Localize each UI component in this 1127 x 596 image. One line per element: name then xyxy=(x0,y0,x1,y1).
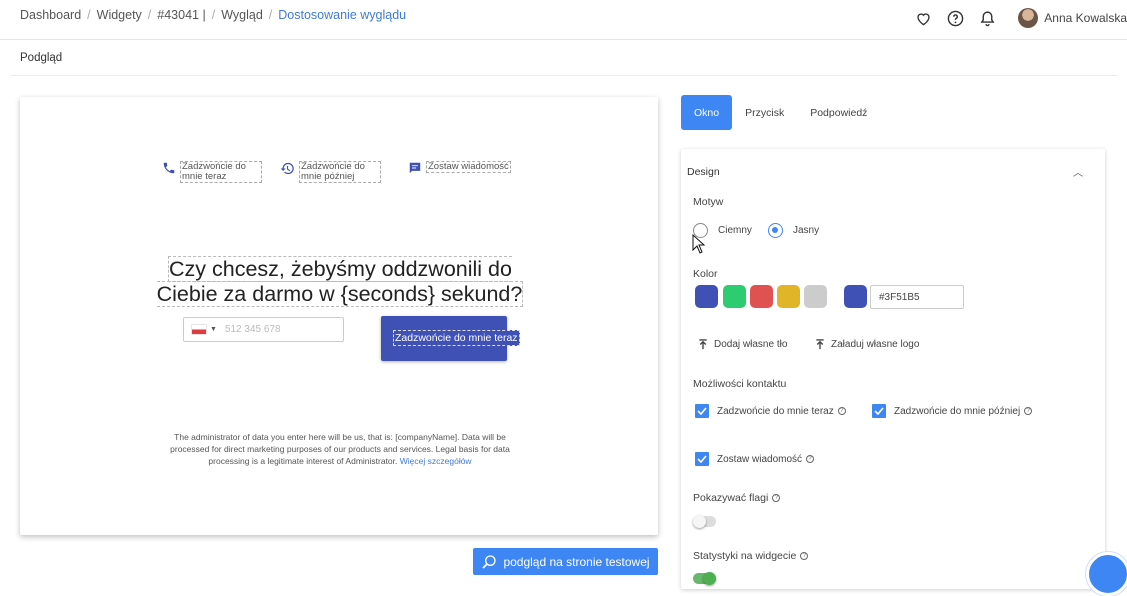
contact-message-checkbox[interactable]: Zostaw wiadomość? xyxy=(695,452,815,466)
tab-okno[interactable]: Okno xyxy=(681,95,733,130)
history-icon xyxy=(280,162,294,175)
bell-icon[interactable] xyxy=(978,9,996,27)
phone-placeholder: 512 345 678 xyxy=(224,324,281,335)
contact-options-label: Możliwości kontaktu xyxy=(693,378,787,390)
upload-logo-label: Załaduj własne logo xyxy=(831,339,920,350)
breadcrumb-widgety[interactable]: Widgety xyxy=(97,8,142,22)
checkbox-checked-icon[interactable] xyxy=(695,404,709,418)
contact-call-now-checkbox[interactable]: Zadzwońcie do mnie teraz? xyxy=(695,404,846,418)
more-details-link[interactable]: Więcej szczegółów xyxy=(400,456,472,466)
contact-call-now-label: Zadzwońcie do mnie teraz xyxy=(717,405,834,417)
help-icon[interactable]: ? xyxy=(837,407,846,415)
theme-light-radio[interactable]: Jasny xyxy=(768,223,819,238)
add-background-label: Dodaj własne tło xyxy=(714,339,788,350)
search-icon xyxy=(482,554,497,569)
color-swatch-yellow[interactable] xyxy=(777,285,800,308)
phone-input[interactable]: ▼ 512 345 678 xyxy=(183,317,344,342)
call-now-button-label: Zadzwońcie do mnie teraz xyxy=(393,330,520,346)
option-call-now-label: Zadzwońcie do mnie teraz xyxy=(180,161,262,183)
option-call-later[interactable]: Zadzwońcie do mnie później xyxy=(280,161,381,183)
chevron-up-icon[interactable]: ︿ xyxy=(1073,164,1083,179)
breadcrumb-widget-id[interactable]: #43041 | xyxy=(157,8,205,22)
design-title: Design xyxy=(687,166,720,178)
stats-label-text: Statystyki na widgecie xyxy=(693,550,797,562)
help-icon[interactable]: ? xyxy=(772,494,781,502)
help-icon[interactable]: ? xyxy=(1024,407,1033,415)
upload-icon xyxy=(816,339,824,350)
upload-logo-button[interactable]: Załaduj własne logo xyxy=(815,339,919,350)
theme-dark-label: Ciemny xyxy=(718,225,752,236)
help-icon[interactable] xyxy=(946,9,964,27)
breadcrumb-current: Dostosowanie wyglądu xyxy=(278,8,407,22)
theme-light-label: Jasny xyxy=(793,225,820,236)
color-swatch-red[interactable] xyxy=(750,285,773,308)
add-background-button[interactable]: Dodaj własne tło xyxy=(698,339,787,350)
radio-light-circle[interactable] xyxy=(768,223,783,238)
help-icon[interactable]: ? xyxy=(806,455,815,463)
top-actions: Anna Kowalska xyxy=(900,8,1127,28)
color-label: Kolor xyxy=(693,268,718,280)
flags-label-text: Pokazywać flagi xyxy=(693,492,769,504)
color-swatch-gray[interactable] xyxy=(804,285,827,308)
flags-toggle[interactable] xyxy=(693,515,716,528)
option-call-now[interactable]: Zadzwońcie do mnie teraz xyxy=(162,161,262,183)
legal-notice: The administrator of data you enter here… xyxy=(160,431,520,467)
page-title: Podgląd xyxy=(20,52,63,64)
contact-call-later-checkbox[interactable]: Zadzwońcie do mnie później? xyxy=(872,404,1033,418)
mouse-cursor-icon xyxy=(692,234,706,254)
phone-icon xyxy=(163,162,175,174)
widget-preview: Zadzwońcie do mnie teraz Zadzwońcie do m… xyxy=(20,97,658,535)
design-panel: Design ︿ Motyw Ciemny Jasny Kolor #3F51B… xyxy=(681,149,1105,589)
option-leave-message[interactable]: Zostaw wiadomość xyxy=(408,161,511,175)
color-swatch-blue[interactable] xyxy=(695,285,718,308)
divider xyxy=(10,75,1117,76)
test-page-preview-label: podgląd na stronie testowej xyxy=(503,554,650,569)
selected-color-preview[interactable] xyxy=(844,285,867,308)
option-leave-message-label: Zostaw wiadomość xyxy=(426,161,511,173)
contact-call-later-label: Zadzwońcie do mnie później xyxy=(894,405,1021,417)
checkbox-checked-icon[interactable] xyxy=(695,452,709,466)
upload-icon xyxy=(699,339,707,350)
hex-color-input[interactable]: #3F51B5 xyxy=(870,285,964,309)
option-call-later-label: Zadzwońcie do mnie później xyxy=(299,161,381,183)
top-bar: Dashboard / Widgety / #43041 | / Wygląd / Do… xyxy=(0,0,1127,40)
chevron-down-icon[interactable]: ▼ xyxy=(210,326,217,333)
test-page-preview-button[interactable]: podgląd na stronie testowej xyxy=(473,548,658,575)
flags-label: Pokazywać flagi? xyxy=(693,492,781,504)
breadcrumb-dashboard[interactable]: Dashboard xyxy=(20,8,81,22)
tab-przycisk[interactable]: Przycisk xyxy=(732,95,797,130)
user-menu[interactable]: Anna Kowalska xyxy=(1018,8,1127,28)
contact-message-label: Zostaw wiadomość xyxy=(717,453,803,465)
stats-label: Statystyki na widgecie? xyxy=(693,550,809,562)
headline-text: Czy chcesz, żebyśmy oddzwonili do Ciebie… xyxy=(156,256,524,307)
help-icon[interactable]: ? xyxy=(800,552,809,560)
theme-label: Motyw xyxy=(693,196,724,208)
avatar xyxy=(1018,8,1039,28)
widget-headline: Czy chcesz, żebyśmy oddzwonili do Ciebie… xyxy=(150,256,530,307)
settings-tabs: Okno Przycisk Podpowiedź xyxy=(681,95,880,130)
call-now-button[interactable]: Zadzwońcie do mnie teraz xyxy=(381,316,520,361)
tab-podpowiedz[interactable]: Podpowiedź xyxy=(797,95,880,130)
breadcrumb: Dashboard / Widgety / #43041 | / Wygląd / Do… xyxy=(20,8,407,22)
breadcrumb-wyglad[interactable]: Wygląd xyxy=(221,8,263,22)
checkbox-checked-icon[interactable] xyxy=(872,404,886,418)
heart-icon[interactable] xyxy=(914,9,932,27)
color-swatch-green[interactable] xyxy=(723,285,746,308)
stats-toggle[interactable] xyxy=(693,572,716,585)
chat-bubble-icon[interactable] xyxy=(1086,552,1127,596)
poland-flag-icon[interactable] xyxy=(192,325,206,334)
message-icon xyxy=(409,162,421,174)
user-name: Anna Kowalska xyxy=(1044,11,1127,25)
